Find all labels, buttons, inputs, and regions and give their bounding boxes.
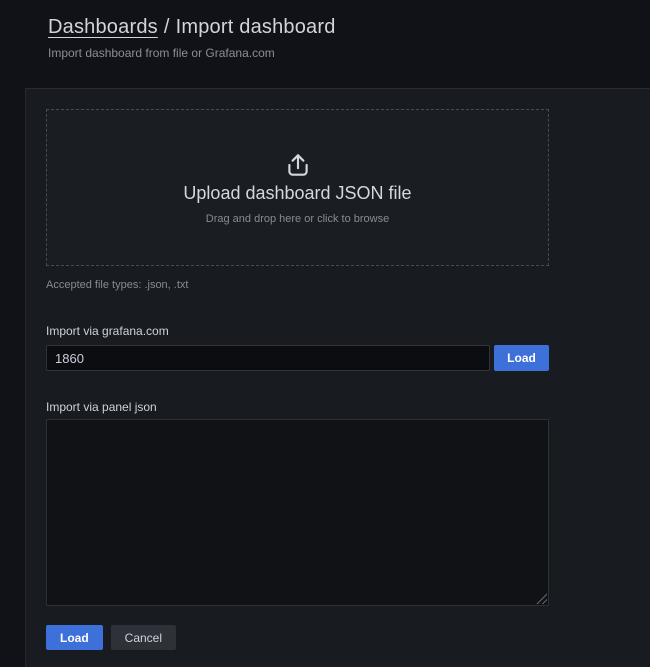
upload-icon xyxy=(285,151,311,179)
page-subtitle: Import dashboard from file or Grafana.co… xyxy=(48,46,336,60)
breadcrumb-current-page: Import dashboard xyxy=(176,16,336,38)
form-actions: Load Cancel xyxy=(46,625,549,650)
import-via-panel-json-section: Import via panel json xyxy=(46,400,549,606)
breadcrumb-separator: / xyxy=(158,16,176,38)
import-via-gcom-section: Import via grafana.com Load xyxy=(46,324,549,371)
gcom-field-label: Import via grafana.com xyxy=(46,324,549,338)
page-title: Dashboards/Import dashboard xyxy=(48,16,336,39)
breadcrumb-link-dashboards[interactable]: Dashboards xyxy=(48,16,158,38)
dropzone-title: Upload dashboard JSON file xyxy=(183,183,411,204)
upload-dropzone[interactable]: Upload dashboard JSON file Drag and drop… xyxy=(46,109,549,266)
cancel-button[interactable]: Cancel xyxy=(111,625,176,650)
gcom-dashboard-id-input[interactable] xyxy=(46,345,490,371)
accepted-file-types-note: Accepted file types: .json, .txt xyxy=(46,279,549,291)
load-button[interactable]: Load xyxy=(46,625,103,650)
page-header: Dashboards/Import dashboard Import dashb… xyxy=(48,16,336,60)
gcom-load-button[interactable]: Load xyxy=(494,345,549,371)
panel-json-textarea[interactable] xyxy=(46,419,549,606)
panel-json-field-label: Import via panel json xyxy=(46,400,549,414)
dropzone-hint: Drag and drop here or click to browse xyxy=(206,213,389,225)
import-dashboard-panel: Upload dashboard JSON file Drag and drop… xyxy=(25,88,650,667)
